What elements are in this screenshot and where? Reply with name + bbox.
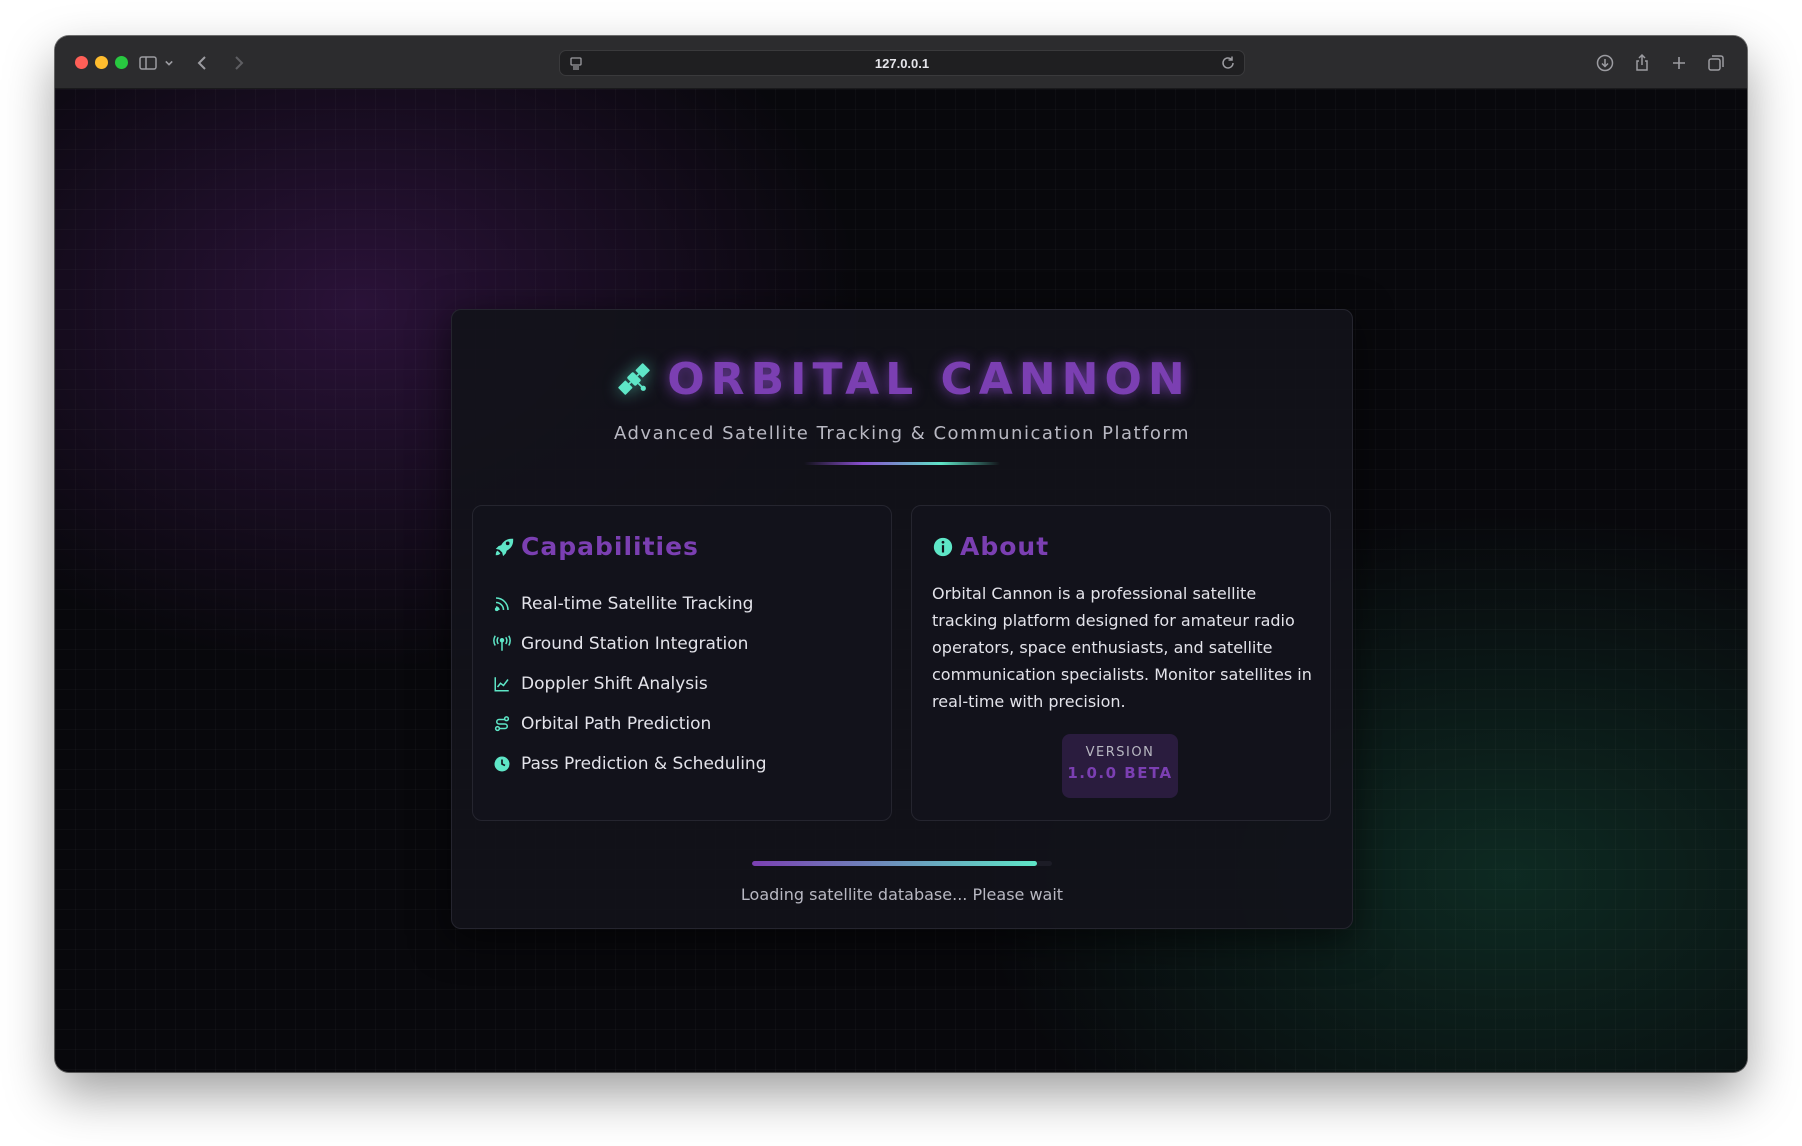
- zoom-window-button[interactable]: [115, 56, 128, 69]
- share-icon[interactable]: [1629, 50, 1655, 76]
- rocket-icon: [495, 538, 514, 556]
- download-icon[interactable]: [1592, 50, 1618, 76]
- satellite-dish-icon: [494, 597, 509, 612]
- loading-status-text: Loading satellite database... Please wai…: [740, 885, 1064, 904]
- route-icon: [494, 716, 510, 732]
- new-tab-icon[interactable]: [1666, 50, 1692, 76]
- capabilities-title: Capabilities: [521, 532, 699, 561]
- capability-label: Doppler Shift Analysis: [521, 674, 708, 694]
- list-item: Pass Prediction & Scheduling: [493, 744, 767, 784]
- header-divider: [804, 462, 1000, 465]
- line-chart-icon: [494, 677, 509, 692]
- browser-window: 127.0.0.1 ORBITAL CANNON Advanced Satell…: [55, 36, 1747, 1072]
- clock-icon: [494, 756, 510, 772]
- list-item: Orbital Path Prediction: [493, 704, 767, 744]
- tabs-overview-icon[interactable]: [1703, 50, 1729, 76]
- address-bar[interactable]: 127.0.0.1: [559, 50, 1245, 76]
- app-header: ORBITAL CANNON: [452, 350, 1352, 408]
- minimize-window-button[interactable]: [95, 56, 108, 69]
- about-description: Orbital Cannon is a professional satelli…: [932, 584, 1312, 711]
- list-item: Doppler Shift Analysis: [493, 664, 767, 704]
- app-subtitle: Advanced Satellite Tracking & Communicat…: [614, 423, 1190, 444]
- forward-icon[interactable]: [225, 50, 251, 76]
- version-badge: VERSION 1.0.0 BETA: [1062, 734, 1178, 798]
- sidebar-icon[interactable]: [135, 50, 161, 76]
- capability-label: Pass Prediction & Scheduling: [521, 754, 767, 774]
- splash-card: ORBITAL CANNON Advanced Satellite Tracki…: [451, 309, 1353, 929]
- app-title: ORBITAL CANNON: [667, 353, 1191, 405]
- reload-icon[interactable]: [1220, 55, 1236, 75]
- antenna-icon: [493, 635, 511, 651]
- loading-progress-bar: [752, 861, 1052, 866]
- list-item: Ground Station Integration: [493, 624, 767, 664]
- about-panel: About Orbital Cannon is a professional s…: [911, 505, 1331, 821]
- browser-toolbar: 127.0.0.1: [55, 36, 1747, 89]
- chevron-down-icon[interactable]: [161, 50, 177, 76]
- list-item: Real-time Satellite Tracking: [493, 584, 767, 624]
- capability-label: Real-time Satellite Tracking: [521, 594, 754, 614]
- back-icon[interactable]: [190, 50, 216, 76]
- url-text: 127.0.0.1: [874, 55, 930, 71]
- capabilities-list: Real-time Satellite Tracking Ground Stat…: [493, 584, 767, 784]
- close-window-button[interactable]: [75, 56, 88, 69]
- version-label: VERSION: [1085, 745, 1155, 760]
- version-value: 1.0.0 BETA: [1067, 764, 1173, 782]
- page-settings-icon[interactable]: [568, 55, 584, 75]
- capability-label: Ground Station Integration: [521, 634, 749, 654]
- capabilities-panel: Capabilities Real-time Satellite Trackin…: [472, 505, 892, 821]
- about-header: About: [932, 532, 1049, 561]
- about-title: About: [960, 532, 1050, 561]
- loading-progress-fill: [752, 861, 1037, 866]
- page-viewport: ORBITAL CANNON Advanced Satellite Tracki…: [55, 89, 1747, 1072]
- capabilities-header: Capabilities: [493, 532, 699, 561]
- satellite-icon: [618, 363, 651, 395]
- capability-label: Orbital Path Prediction: [521, 714, 712, 734]
- info-icon: [933, 537, 953, 556]
